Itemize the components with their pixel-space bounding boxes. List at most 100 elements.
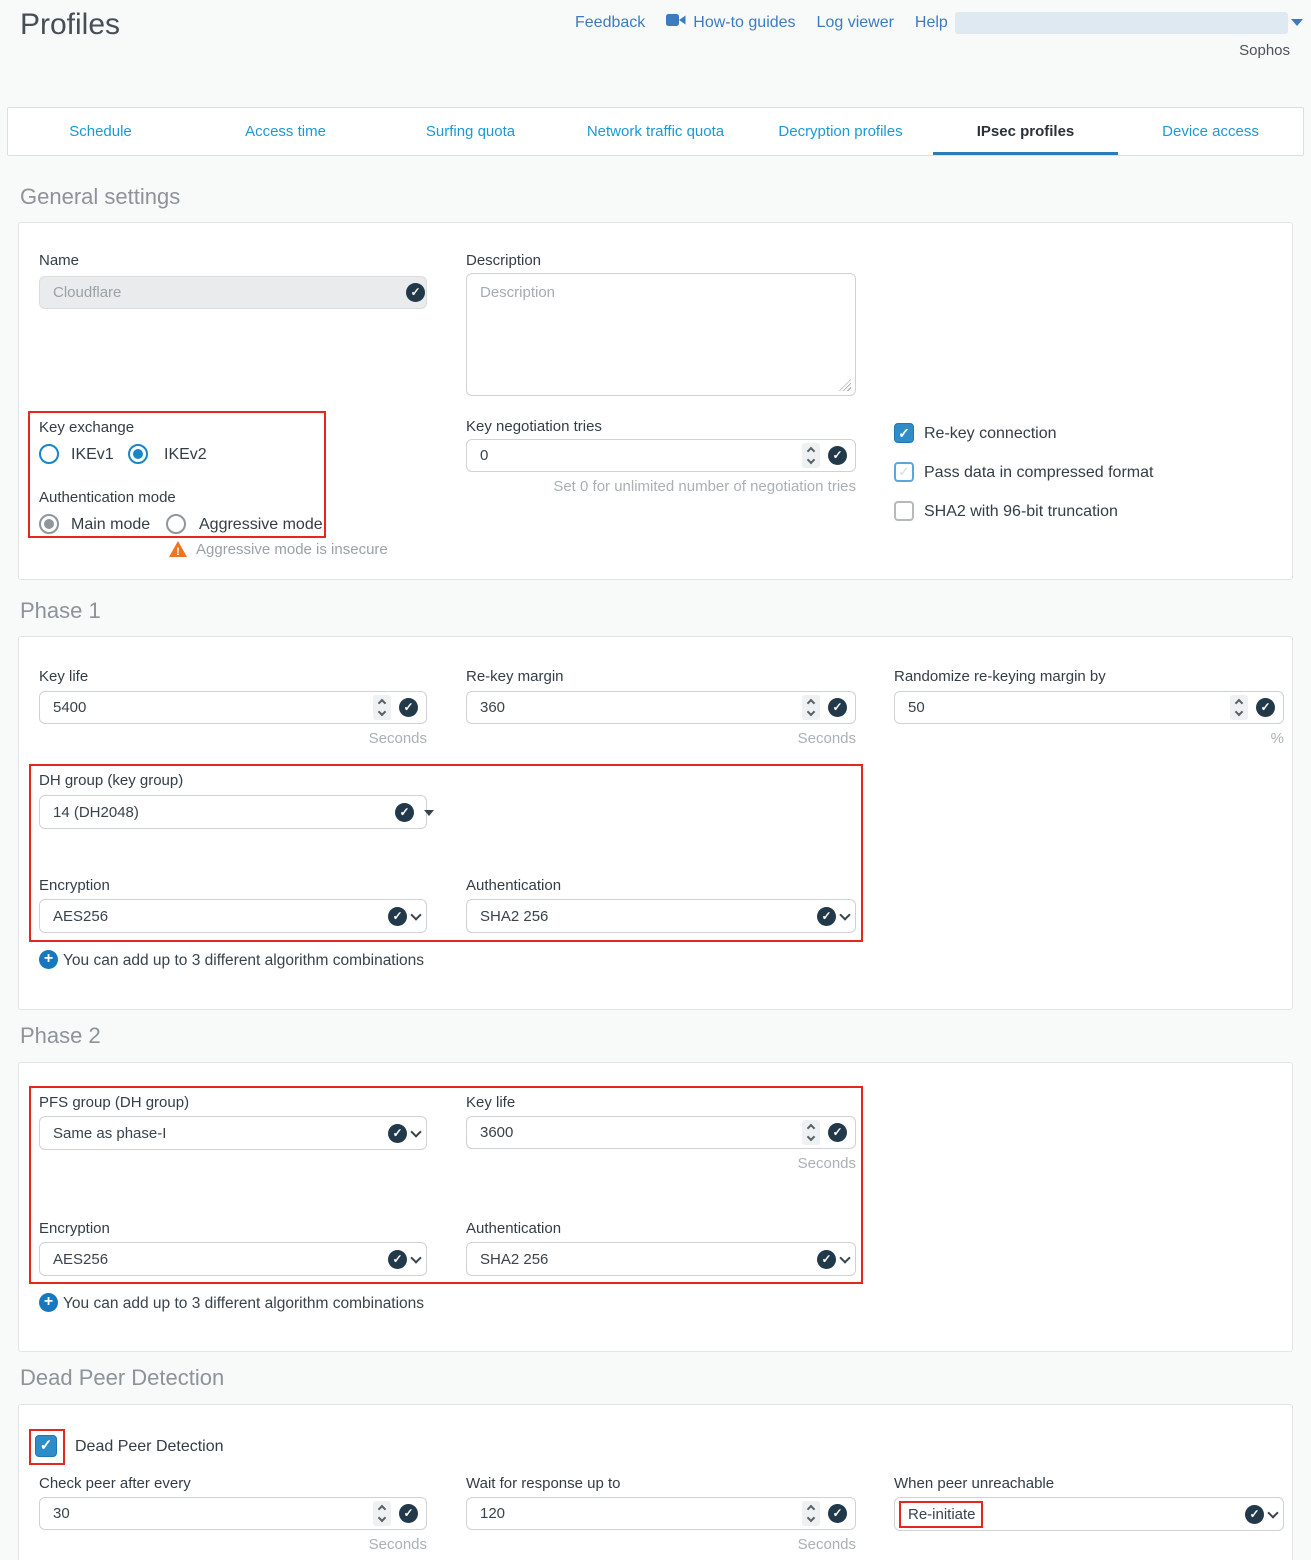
key-negotiation-input[interactable] [466, 439, 856, 472]
tab-network-traffic-quota[interactable]: Network traffic quota [563, 108, 748, 155]
dpd-enable-checkbox[interactable]: ✓ [35, 1435, 57, 1457]
p1-dh-group-select[interactable]: 14 (DH2048) ✓ [39, 795, 427, 829]
tab-access-time[interactable]: Access time [193, 108, 378, 155]
auth-mode-label: Authentication mode [39, 489, 176, 506]
tab-ipsec-profiles[interactable]: IPsec profiles [933, 108, 1118, 155]
number-stepper[interactable] [802, 443, 820, 468]
page-title: Profiles [20, 8, 120, 42]
tab-decryption-profiles[interactable]: Decryption profiles [748, 108, 933, 155]
tab-surfing-quota[interactable]: Surfing quota [378, 108, 563, 155]
radio-aggressive-mode[interactable] [166, 514, 186, 534]
general-settings-heading: General settings [20, 184, 180, 210]
chevron-down-icon [410, 909, 421, 920]
svg-text:!: ! [176, 546, 180, 558]
name-input[interactable] [39, 276, 427, 309]
chevron-down-icon [410, 1126, 421, 1137]
tab-device-access[interactable]: Device access [1118, 108, 1303, 155]
plus-circle-icon[interactable]: + [39, 1293, 58, 1312]
rekey-connection-checkbox[interactable]: ✓ [894, 423, 914, 443]
howto-guides-link[interactable]: How-to guides [666, 13, 795, 32]
phase2-heading: Phase 2 [20, 1023, 101, 1049]
p2-authentication-select[interactable]: SHA2 256 ✓ [466, 1242, 856, 1276]
valid-check-icon: ✓ [1245, 1505, 1264, 1524]
dpd-unreachable-select[interactable]: Re-initiate ✓ [894, 1497, 1284, 1531]
stepper-down-icon[interactable] [807, 456, 815, 464]
dpd-panel: ✓ Dead Peer Detection Check peer after e… [18, 1404, 1293, 1560]
dpd-check-peer-label: Check peer after every [39, 1475, 191, 1492]
p2-add-note: You can add up to 3 different algorithm … [63, 1295, 424, 1313]
p1-randomize-input[interactable] [894, 691, 1284, 724]
description-textarea[interactable] [466, 273, 856, 396]
number-stepper[interactable] [802, 695, 820, 720]
dpd-wait-label: Wait for response up to [466, 1475, 621, 1492]
p1-rekey-margin-input[interactable] [466, 691, 856, 724]
account-dropdown-caret-icon[interactable] [1291, 19, 1303, 26]
log-viewer-link[interactable]: Log viewer [817, 14, 894, 32]
dropdown-caret-icon [424, 810, 434, 816]
p2-encryption-select[interactable]: AES256 ✓ [39, 1242, 427, 1276]
p1-authentication-select[interactable]: SHA2 256 ✓ [466, 899, 856, 933]
p1-randomize-unit: % [894, 730, 1284, 747]
radio-ikev2[interactable] [128, 444, 148, 464]
number-stepper[interactable] [373, 1501, 391, 1526]
name-label: Name [39, 252, 79, 269]
p2-key-life-input[interactable] [466, 1116, 856, 1149]
valid-check-icon: ✓ [817, 907, 836, 926]
video-camera-icon [666, 13, 686, 32]
p2-encryption-label: Encryption [39, 1220, 110, 1237]
p1-key-life-input[interactable] [39, 691, 427, 724]
valid-check-icon: ✓ [406, 283, 425, 302]
radio-main-mode[interactable] [39, 514, 59, 534]
chevron-down-icon [839, 909, 850, 920]
help-link[interactable]: Help [915, 14, 948, 32]
aggressive-mode-warning: Aggressive mode is insecure [196, 541, 388, 558]
account-selector[interactable] [955, 12, 1288, 34]
compressed-format-checkbox[interactable]: ✓ [894, 462, 914, 482]
p1-encryption-label: Encryption [39, 877, 110, 894]
number-stepper[interactable] [1230, 695, 1248, 720]
key-exchange-label: Key exchange [39, 419, 134, 436]
header-links: Feedback How-to guides Log viewer Help [575, 13, 948, 32]
description-label: Description [466, 252, 541, 269]
dpd-enable-label[interactable]: Dead Peer Detection [75, 1438, 224, 1456]
number-stepper[interactable] [802, 1501, 820, 1526]
radio-ikev1[interactable] [39, 444, 59, 464]
dpd-unreachable-label: When peer unreachable [894, 1475, 1054, 1492]
radio-aggressive-mode-label[interactable]: Aggressive mode [199, 516, 323, 534]
sha2-truncation-checkbox[interactable] [894, 501, 914, 521]
sha2-truncation-label[interactable]: SHA2 with 96-bit truncation [924, 503, 1118, 521]
profile-tabs: Schedule Access time Surfing quota Netwo… [7, 107, 1304, 156]
tab-schedule[interactable]: Schedule [8, 108, 193, 155]
number-stepper[interactable] [373, 695, 391, 720]
p2-key-life-unit: Seconds [466, 1155, 856, 1172]
active-tab-underline [933, 152, 1118, 155]
p1-authentication-label: Authentication [466, 877, 561, 894]
feedback-link[interactable]: Feedback [575, 14, 645, 32]
brand-label: Sophos [1239, 42, 1290, 59]
p2-key-life-label: Key life [466, 1094, 515, 1111]
valid-check-icon: ✓ [828, 698, 847, 717]
key-negotiation-helper: Set 0 for unlimited number of negotiatio… [466, 478, 856, 495]
chevron-down-icon [1267, 1507, 1278, 1518]
dpd-wait-input[interactable] [466, 1497, 856, 1530]
p2-pfs-group-select[interactable]: Same as phase-I ✓ [39, 1116, 427, 1150]
dpd-heading: Dead Peer Detection [20, 1365, 224, 1391]
radio-main-mode-label[interactable]: Main mode [71, 516, 150, 534]
valid-check-icon: ✓ [399, 698, 418, 717]
p1-encryption-select[interactable]: AES256 ✓ [39, 899, 427, 933]
phase2-panel: PFS group (DH group) Same as phase-I ✓ K… [18, 1062, 1293, 1352]
valid-check-icon: ✓ [388, 907, 407, 926]
general-settings-panel: Name ✓ Description Key exchange IKEv1 IK… [18, 222, 1293, 580]
stepper-up-icon[interactable] [807, 447, 815, 455]
chevron-down-icon [410, 1252, 421, 1263]
radio-ikev2-label[interactable]: IKEv2 [164, 446, 207, 464]
plus-circle-icon[interactable]: + [39, 950, 58, 969]
ipsec-profiles-page: Profiles Feedback How-to guides Log view… [0, 0, 1311, 1560]
compressed-format-label[interactable]: Pass data in compressed format [924, 464, 1153, 482]
valid-check-icon: ✓ [828, 1504, 847, 1523]
p2-pfs-group-label: PFS group (DH group) [39, 1094, 189, 1111]
radio-ikev1-label[interactable]: IKEv1 [71, 446, 114, 464]
dpd-check-peer-input[interactable] [39, 1497, 427, 1530]
number-stepper[interactable] [802, 1120, 820, 1145]
rekey-connection-label[interactable]: Re-key connection [924, 425, 1057, 443]
